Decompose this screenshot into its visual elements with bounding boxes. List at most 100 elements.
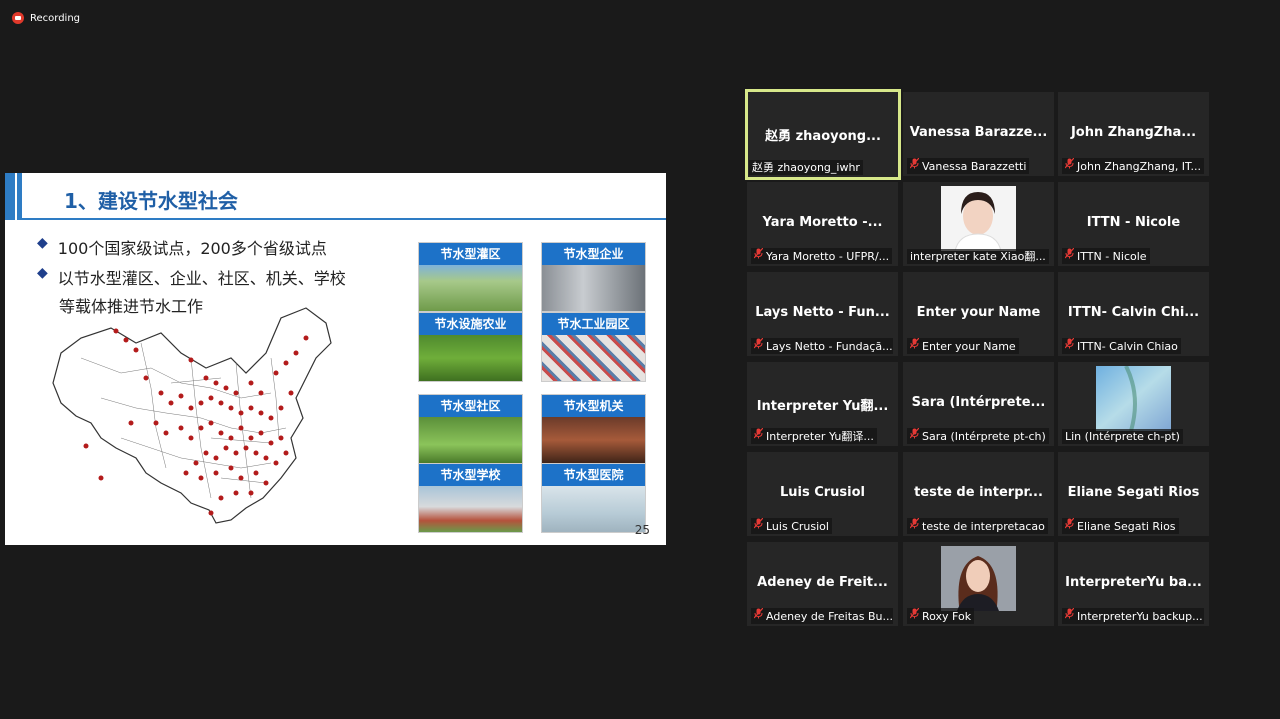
participant-display-name: Interpreter Yu翻...	[756, 399, 889, 414]
participant-tile[interactable]: Enter your Name Enter your Name	[903, 272, 1054, 356]
participant-name-label: ITTN - Nicole	[1062, 248, 1150, 264]
meeting-window: Recording 1、建设节水型社会 ◆ 100个国家级试点，200多个省级试…	[0, 0, 1280, 719]
participant-name-label: Vanessa Barazzetti	[907, 158, 1030, 174]
muted-mic-icon	[909, 338, 920, 354]
slide-page-number: 25	[634, 523, 650, 537]
participant-tile[interactable]: Yara Moretto -... Yara Moretto - UFPR/...	[747, 182, 898, 266]
participant-name-text: Roxy Fok	[922, 609, 972, 623]
participant-name-text: InterpreterYu backup...	[1077, 609, 1203, 623]
recording-icon	[12, 12, 24, 24]
participant-display-name: teste de interpr...	[914, 485, 1043, 500]
participant-display-name: Luis Crusiol	[779, 485, 866, 500]
participant-name-text: Lays Netto - Fundaçã...	[766, 339, 893, 353]
muted-mic-icon	[1064, 158, 1075, 174]
slide-accent-bar	[17, 173, 22, 220]
participant-name-label: teste de interpretacao	[907, 518, 1048, 534]
participant-tile[interactable]: InterpreterYu ba... InterpreterYu backup.…	[1058, 542, 1209, 626]
participant-name-text: ITTN- Calvin Chiao	[1077, 339, 1178, 353]
participant-tile[interactable]: Roxy Fok	[903, 542, 1054, 626]
participant-name-text: Enter your Name	[922, 339, 1016, 353]
slide-tile-enterprise: 节水型企业	[541, 242, 646, 312]
participant-tile[interactable]: Adeney de Freit... Adeney de Freitas Bu..…	[747, 542, 898, 626]
participant-display-name: John ZhangZha...	[1070, 125, 1197, 140]
slide-tile-industrial-park: 节水工业园区	[541, 312, 646, 382]
slide-tile-facility-agriculture: 节水设施农业	[418, 312, 523, 382]
participant-name-text: interpreter kate Xiao翻...	[910, 250, 1046, 263]
participant-name-label: Adeney de Freitas Bu...	[751, 608, 893, 624]
participant-name-text: 赵勇 zhaoyong_iwhr	[752, 161, 860, 174]
participant-display-name: Enter your Name	[916, 305, 1041, 320]
participant-name-label: Yara Moretto - UFPR/...	[751, 248, 893, 264]
participant-name-text: Luis Crusiol	[766, 519, 829, 533]
participant-tile[interactable]: Eliane Segati Rios Eliane Segati Rios	[1058, 452, 1209, 536]
muted-mic-icon	[753, 608, 764, 624]
participant-tile[interactable]: Vanessa Barazze... Vanessa Barazzetti	[903, 92, 1054, 176]
slide-title-underline	[22, 218, 666, 220]
participant-name-text: Vanessa Barazzetti	[922, 159, 1027, 173]
participant-name-label: interpreter kate Xiao翻...	[907, 249, 1049, 264]
participant-name-label: 赵勇 zhaoyong_iwhr	[749, 160, 863, 175]
slide-bullet: ◆ 以节水型灌区、企业、社区、机关、学校	[37, 265, 346, 289]
participant-name-label: Enter your Name	[907, 338, 1019, 354]
slide-tile-community: 节水型社区	[418, 394, 523, 464]
participant-tile[interactable]: ITTN - Nicole ITTN - Nicole	[1058, 182, 1209, 266]
participant-name-text: Interpreter Yu翻译...	[766, 429, 874, 443]
diamond-bullet-icon: ◆	[37, 265, 48, 281]
participant-display-name: ITTN- Calvin Chi...	[1067, 305, 1200, 320]
slide-tile-hospital: 节水型医院	[541, 463, 646, 533]
slide-bullet: ◆ 100个国家级试点，200多个省级试点	[37, 235, 327, 259]
muted-mic-icon	[753, 518, 764, 534]
participant-name-text: Lin (Intérprete ch-pt)	[1065, 430, 1180, 443]
muted-mic-icon	[909, 158, 920, 174]
participant-name-label: John ZhangZhang, IT...	[1062, 158, 1204, 174]
muted-mic-icon	[909, 428, 920, 444]
participant-display-name: Vanessa Barazze...	[909, 125, 1048, 140]
participant-tile[interactable]: Luis Crusiol Luis Crusiol	[747, 452, 898, 536]
participant-tile[interactable]: interpreter kate Xiao翻...	[903, 182, 1054, 266]
participant-display-name: Sara (Intérprete...	[911, 395, 1046, 410]
shared-screen-slide: 1、建设节水型社会 ◆ 100个国家级试点，200多个省级试点 ◆ 以节水型灌区…	[5, 173, 666, 545]
slide-bullet-text: 以节水型灌区、企业、社区、机关、学校	[57, 269, 346, 288]
participant-display-name: Yara Moretto -...	[762, 215, 883, 230]
participant-tile[interactable]: 赵勇 zhaoyong... 赵勇 zhaoyong_iwhr	[745, 89, 901, 180]
participant-name-label: Lin (Intérprete ch-pt)	[1062, 429, 1183, 444]
slide-tile-government: 节水型机关	[541, 394, 646, 464]
participant-name-label: InterpreterYu backup...	[1062, 608, 1204, 624]
participant-tile[interactable]: teste de interpr... teste de interpretaca…	[903, 452, 1054, 536]
participant-tile[interactable]: Sara (Intérprete... Sara (Intérprete pt-c…	[903, 362, 1054, 446]
participant-name-text: Sara (Intérprete pt-ch)	[922, 429, 1046, 443]
participant-display-name: InterpreterYu ba...	[1065, 575, 1202, 590]
participant-tile[interactable]: ITTN- Calvin Chi... ITTN- Calvin Chiao	[1058, 272, 1209, 356]
participant-display-name: Eliane Segati Rios	[1067, 485, 1200, 500]
participant-name-text: Adeney de Freitas Bu...	[766, 609, 893, 623]
participant-name-label: ITTN- Calvin Chiao	[1062, 338, 1181, 354]
participant-video-photo	[941, 546, 1016, 611]
participant-name-text: teste de interpretacao	[922, 519, 1045, 533]
participant-video-photo	[1096, 366, 1171, 431]
participant-name-label: Lays Netto - Fundaçã...	[751, 338, 893, 354]
muted-mic-icon	[753, 428, 764, 444]
muted-mic-icon	[1064, 338, 1075, 354]
slide-bullet-text: 100个国家级试点，200多个省级试点	[57, 239, 327, 258]
recording-indicator[interactable]: Recording	[12, 12, 80, 24]
muted-mic-icon	[1064, 518, 1075, 534]
muted-mic-icon	[1064, 248, 1075, 264]
participant-display-name: Adeney de Freit...	[757, 575, 888, 590]
participant-tile[interactable]: Lin (Intérprete ch-pt)	[1058, 362, 1209, 446]
participant-video-photo	[941, 186, 1016, 251]
participant-tile[interactable]: Interpreter Yu翻... Interpreter Yu翻译...	[747, 362, 898, 446]
recording-label: Recording	[30, 12, 81, 24]
participant-tile[interactable]: Lays Netto - Fun... Lays Netto - Fundaçã.…	[747, 272, 898, 356]
participant-display-name: ITTN - Nicole	[1086, 215, 1181, 230]
slide-accent-bar	[5, 173, 15, 220]
participant-name-label: Luis Crusiol	[751, 518, 832, 534]
participant-name-text: ITTN - Nicole	[1077, 249, 1147, 263]
muted-mic-icon	[753, 338, 764, 354]
participant-name-text: Yara Moretto - UFPR/...	[766, 249, 890, 263]
participant-name-label: Eliane Segati Rios	[1062, 518, 1179, 534]
participant-name-text: Eliane Segati Rios	[1077, 519, 1176, 533]
diamond-bullet-icon: ◆	[37, 235, 48, 251]
china-map-illustration	[52, 307, 332, 524]
participant-display-name: 赵勇 zhaoyong...	[765, 129, 881, 144]
participant-tile[interactable]: John ZhangZha... John ZhangZhang, IT...	[1058, 92, 1209, 176]
